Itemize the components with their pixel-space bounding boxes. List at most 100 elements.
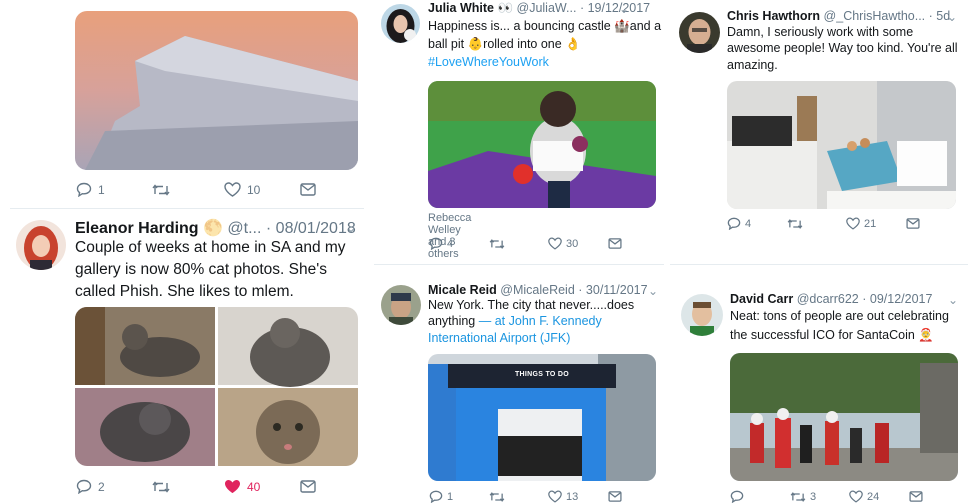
reply-button[interactable]: 4 (727, 217, 787, 230)
tweet-image-office-gift[interactable] (727, 81, 956, 209)
like-icon (548, 490, 562, 503)
chevron-down-icon[interactable]: ⌄ (619, 2, 629, 16)
reply-count: 1 (98, 182, 105, 197)
tweet-text: New York. The city that never.....does a… (428, 297, 660, 346)
tweet-text: Damn, I seriously work with some awesome… (727, 25, 958, 72)
retweet-button[interactable] (489, 238, 548, 250)
tweet-header: Eleanor Harding 🌕 @t... · 08/01/2018 (75, 218, 356, 238)
reply-icon (730, 490, 744, 503)
kiosk-sign-text: THINGS TO DO (514, 371, 570, 378)
cat-photo-3 (75, 388, 215, 466)
cat-photo-2 (218, 307, 358, 387)
timestamp[interactable]: · 19/12/2017 (580, 1, 650, 15)
dm-icon (300, 480, 316, 493)
like-count: 24 (867, 490, 880, 503)
tweet-text: Neat: tons of people are out celebrating… (730, 309, 949, 342)
like-button[interactable]: 21 (846, 217, 906, 230)
tweet-actions: 3 24 (730, 490, 930, 503)
retweet-icon (152, 480, 170, 493)
chevron-down-icon[interactable]: ⌄ (947, 10, 957, 24)
like-count: 10 (247, 182, 261, 197)
reply-button[interactable]: 2 (76, 479, 152, 494)
reply-count: 1 (447, 490, 454, 503)
tweet-actions: 1 13 (429, 490, 629, 503)
chevron-down-icon[interactable]: ⌄ (346, 221, 356, 235)
handle[interactable]: @t... (227, 220, 261, 237)
avatar[interactable] (381, 4, 420, 43)
like-icon (225, 480, 240, 493)
avatar[interactable] (679, 12, 720, 53)
like-icon (846, 217, 860, 230)
retweet-icon (790, 491, 806, 502)
dm-button[interactable] (909, 491, 923, 502)
retweet-button[interactable]: 3 (790, 491, 849, 503)
avatar[interactable] (381, 285, 421, 325)
reply-button[interactable]: 1 (429, 490, 489, 503)
avatar[interactable] (16, 220, 66, 270)
like-count: 13 (566, 490, 579, 503)
like-button[interactable]: 24 (849, 490, 909, 503)
display-name[interactable]: Chris Hawthorn (727, 9, 820, 23)
timestamp[interactable]: · 08/01/2018 (266, 220, 356, 237)
display-name[interactable]: Micale Reid (428, 283, 497, 297)
reply-icon (429, 237, 443, 250)
tweet-image-grid (75, 307, 358, 466)
retweet-button[interactable] (787, 218, 846, 230)
retweet-icon (489, 238, 505, 249)
cat-photo-1 (75, 307, 215, 385)
dm-icon (608, 491, 622, 502)
chevron-down-icon[interactable]: ⌄ (648, 284, 658, 298)
tweet-actions: 4 21 (727, 217, 927, 230)
tagged-users[interactable]: Rebecca Welley and 3 others (428, 212, 471, 260)
verified-emoji: 🌕 (203, 220, 223, 237)
tweet-image-santa-crowd[interactable] (730, 353, 958, 481)
tweet-image-plane-wing[interactable] (75, 11, 358, 170)
divider (374, 264, 664, 265)
like-icon (849, 490, 863, 503)
retweet-button[interactable] (152, 480, 224, 494)
like-button[interactable]: 40 (224, 479, 300, 494)
dm-button[interactable] (300, 480, 316, 493)
chevron-down-icon[interactable]: ⌄ (948, 293, 958, 307)
reply-count: 2 (98, 479, 105, 494)
retweet-button[interactable] (489, 491, 548, 503)
reply-icon (76, 479, 92, 494)
reply-icon (727, 217, 741, 230)
retweet-icon (152, 183, 170, 196)
handle[interactable]: @MicaleReid (500, 283, 575, 297)
retweet-button[interactable] (152, 183, 224, 197)
handle[interactable]: @dcarr622 (797, 292, 859, 306)
tweet-actions: 1 10 (76, 182, 316, 197)
tweet-image-airport-kiosk[interactable]: THINGS TO DO (428, 354, 656, 481)
timestamp[interactable]: · 09/12/2017 (862, 292, 932, 306)
hashtag-link[interactable]: #LoveWhereYouWork (428, 55, 549, 69)
dm-button[interactable] (608, 491, 622, 502)
like-count: 40 (247, 479, 261, 494)
dm-button[interactable] (906, 218, 920, 229)
retweet-icon (489, 491, 505, 502)
handle[interactable]: @_ChrisHawtho... (824, 9, 926, 23)
reply-button[interactable]: 4 (429, 237, 489, 250)
tweet-text-main: Happiness is... a bouncing castle 🏰and a… (428, 19, 662, 52)
like-button[interactable]: 30 (548, 237, 608, 250)
avatar[interactable] (681, 294, 723, 336)
display-name[interactable]: David Carr (730, 292, 793, 306)
display-name[interactable]: Eleanor Harding (75, 220, 199, 237)
dm-button[interactable] (300, 183, 316, 196)
reply-icon (76, 182, 92, 197)
handle[interactable]: @JuliaW... (517, 1, 577, 15)
like-button[interactable]: 13 (548, 490, 608, 503)
reply-button[interactable]: 1 (76, 182, 152, 197)
tweet-image-ball-pit[interactable] (428, 81, 656, 208)
tweet-header: Chris Hawthorn @_ChrisHawtho... · 5d (727, 9, 950, 23)
dm-button[interactable] (608, 238, 622, 249)
divider (670, 264, 968, 265)
reply-button[interactable] (730, 490, 790, 503)
tweet-header: David Carr @dcarr622 · 09/12/2017 (730, 292, 932, 306)
reply-count: 4 (447, 237, 454, 250)
timestamp[interactable]: · 30/11/2017 (578, 283, 647, 297)
tweet-text: Happiness is... a bouncing castle 🏰and a… (428, 17, 664, 71)
like-button[interactable]: 10 (224, 182, 300, 197)
display-name[interactable]: Julia White 👀 (428, 1, 513, 15)
tweet-header: Micale Reid @MicaleReid · 30/11/2017 (428, 283, 648, 297)
